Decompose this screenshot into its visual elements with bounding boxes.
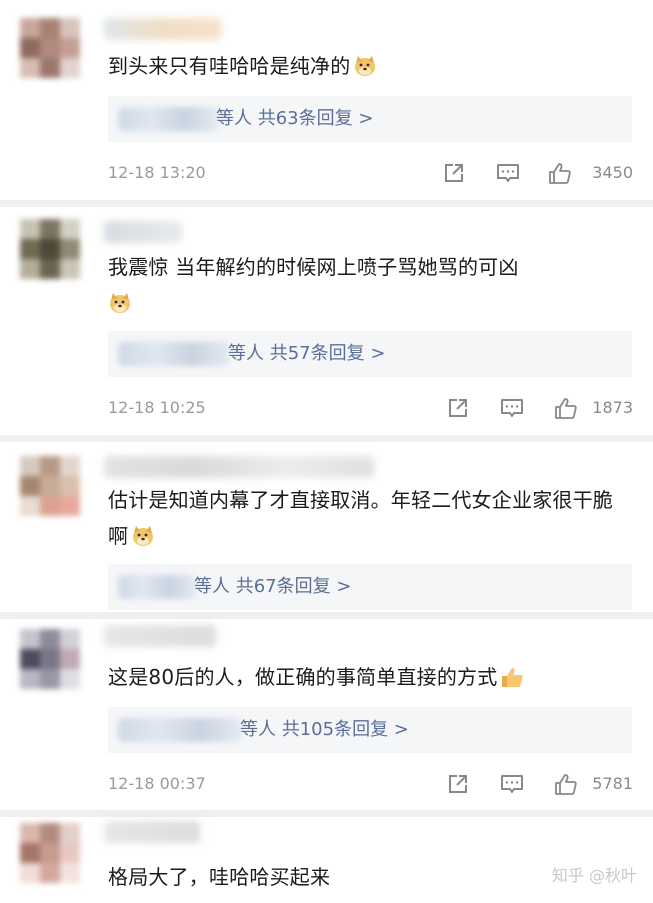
- username[interactable]: [104, 221, 182, 243]
- reply-summary[interactable]: 等人 共67条回复 >: [108, 564, 632, 610]
- thumbs-up-icon[interactable]: [554, 773, 578, 795]
- avatar[interactable]: [20, 629, 80, 689]
- reply-summary[interactable]: 等人 共105条回复 >: [108, 707, 632, 753]
- share-icon[interactable]: [446, 397, 470, 419]
- avatar[interactable]: [20, 823, 80, 883]
- username[interactable]: [104, 625, 216, 647]
- like-count: 1873: [592, 398, 633, 417]
- comment-item: 格局大了，哇哈哈买起来: [0, 817, 653, 903]
- replier-names: [118, 718, 242, 742]
- comment-time: 12-18 13:20: [108, 163, 206, 182]
- share-icon[interactable]: [442, 162, 466, 184]
- reply-summary[interactable]: 等人 共57条回复 >: [108, 331, 632, 377]
- comment-item: 估计是知道内幕了才直接取消。年轻二代女企业家很干脆啊 等人 共67条回复 >: [0, 442, 653, 612]
- username[interactable]: [104, 456, 374, 478]
- like-count: 5781: [592, 774, 633, 793]
- comment-icon[interactable]: [496, 162, 520, 184]
- reply-count-text: 等人 共63条回复 >: [216, 108, 374, 129]
- comment-text: 这是80后的人，做正确的事简单直接的方式: [108, 659, 625, 695]
- reply-count-text: 等人 共105条回复 >: [240, 719, 409, 740]
- comment-text: 我震惊 当年解约的时候网上喷子骂她骂的可凶: [108, 249, 625, 321]
- avatar[interactable]: [20, 456, 80, 516]
- doge-emoji-icon: [110, 293, 130, 313]
- comment-item: 这是80后的人，做正确的事简单直接的方式 等人 共105条回复 > 12-18 …: [0, 619, 653, 817]
- divider: [0, 810, 653, 817]
- doge-emoji-icon: [133, 526, 154, 546]
- watermark: 知乎 @秋叶: [551, 866, 637, 885]
- reply-count-text: 等人 共57条回复 >: [228, 343, 386, 364]
- divider: [0, 435, 653, 442]
- comment-time: 12-18 00:37: [108, 774, 206, 793]
- doge-emoji-icon: [355, 56, 376, 76]
- avatar[interactable]: [20, 219, 80, 279]
- avatar[interactable]: [20, 18, 80, 78]
- comment-item: 到头来只有哇哈哈是纯净的 等人 共63条回复 > 12-18 13:20 345…: [0, 0, 653, 200]
- share-icon[interactable]: [446, 773, 470, 795]
- comment-item: 我震惊 当年解约的时候网上喷子骂她骂的可凶 等人 共57条回复 > 12-18 …: [0, 207, 653, 435]
- username[interactable]: [104, 821, 200, 843]
- comment-meta: 12-18 00:37 5781: [108, 770, 633, 798]
- replier-names: [118, 107, 218, 131]
- like-count: 3450: [592, 163, 633, 182]
- divider: [0, 612, 653, 619]
- comment-text: 到头来只有哇哈哈是纯净的: [108, 48, 625, 84]
- divider: [0, 200, 653, 207]
- reply-count-text: 等人 共67条回复 >: [194, 576, 352, 597]
- comment-icon[interactable]: [500, 773, 524, 795]
- replier-names: [118, 342, 230, 366]
- comment-text: 估计是知道内幕了才直接取消。年轻二代女企业家很干脆啊: [108, 488, 613, 548]
- username[interactable]: [104, 18, 222, 40]
- comment-meta: 12-18 13:20 3450: [108, 159, 633, 187]
- comment-text: 格局大了，哇哈哈买起来: [108, 865, 331, 889]
- comment-icon[interactable]: [500, 397, 524, 419]
- replier-names: [118, 575, 196, 599]
- thumbs-up-icon[interactable]: [554, 397, 578, 419]
- comment-time: 12-18 10:25: [108, 398, 206, 417]
- thumbs-up-emoji-icon: [502, 668, 524, 687]
- comment-meta: 12-18 10:25 1873: [108, 394, 633, 422]
- thumbs-up-icon[interactable]: [548, 162, 572, 184]
- reply-summary[interactable]: 等人 共63条回复 >: [108, 96, 632, 142]
